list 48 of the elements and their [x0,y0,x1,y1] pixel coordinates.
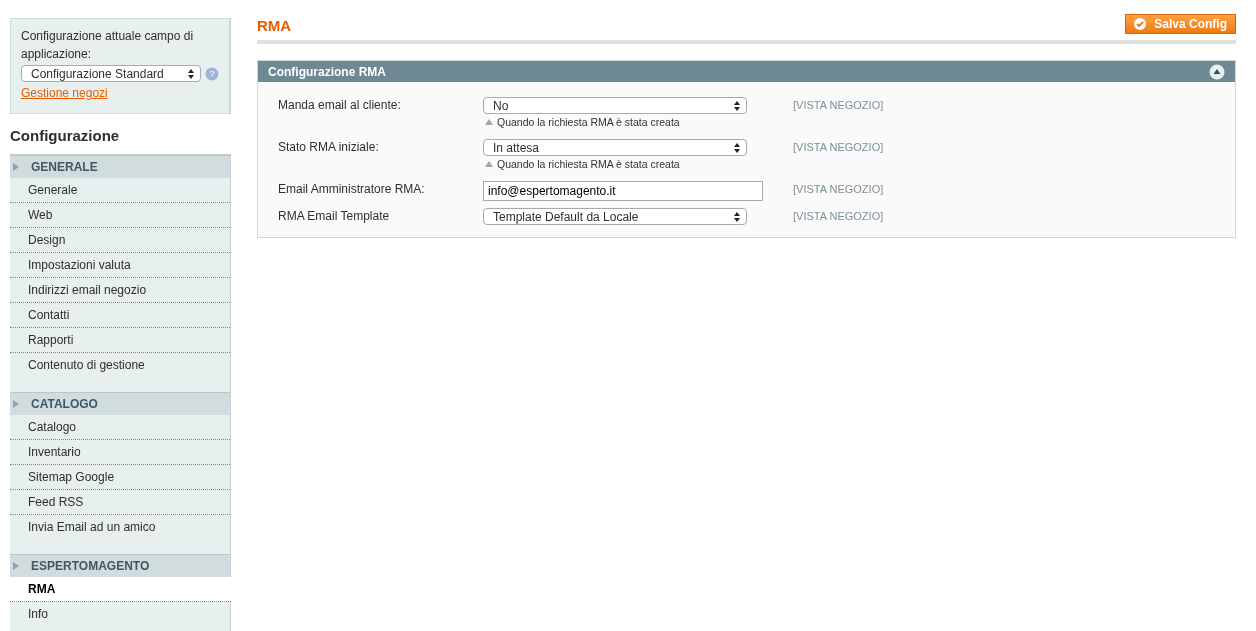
dropdown-arrows-icon [188,68,195,79]
triangle-icon [13,163,19,171]
scope-label: Configurazione attuale campo di applicazione: [21,28,195,63]
sidebar-item[interactable]: Inventario [10,440,230,465]
text-field[interactable]: info@espertomagento.it [483,181,763,201]
select-field[interactable]: In attesa [483,139,747,156]
note-icon [485,161,493,167]
select-field[interactable]: No [483,97,747,114]
sidebar-item[interactable]: Indirizzi email negozio [10,278,230,303]
dropdown-arrows-icon [734,211,740,222]
scope-tag: [VISTA NEGOZIO] [793,97,884,114]
sidebar-item[interactable]: Generale [10,178,230,203]
sidebar-item[interactable]: Sitemap Google [10,465,230,490]
dropdown-arrows-icon [734,142,740,153]
section-header[interactable]: Configurazione RMA [258,61,1235,82]
field-label: RMA Email Template [278,208,391,225]
sidebar-item[interactable]: Feed RSS [10,490,230,515]
scope-tag: [VISTA NEGOZIO] [793,208,884,225]
sidebar-group-header[interactable]: CATALOGO [10,392,230,415]
sidebar-group-header[interactable]: GENERALE [10,155,230,178]
collapse-icon[interactable] [1209,63,1225,80]
field-note: Quando la richiesta RMA è stata creata [497,158,680,170]
field-note: Quando la richiesta RMA è stata creata [497,116,680,128]
page-title: RMA [257,17,292,34]
sidebar-item[interactable]: Contenuto di gestione [10,353,230,377]
field-label: Email Amministratore RMA: [278,181,426,198]
sidebar-item[interactable]: RMA [10,577,231,602]
sidebar-item[interactable]: Rapporti [10,328,230,353]
triangle-icon [13,400,19,408]
sidebar-item[interactable]: Web [10,203,230,228]
scope-tag: [VISTA NEGOZIO] [793,139,884,156]
sidebar-group-header[interactable]: ESPERTOMAGENTO [10,554,230,577]
sidebar-item[interactable]: Catalogo [10,415,230,440]
sidebar-item[interactable]: Impostazioni valuta [10,253,230,278]
note-icon [485,119,493,125]
select-field[interactable]: Template Default da Locale [483,208,747,225]
scope-tag: [VISTA NEGOZIO] [793,181,884,198]
field-label: Manda email al cliente: [278,97,402,114]
field-label: Stato RMA iniziale: [278,139,380,156]
sidebar-item[interactable]: Info [10,602,230,626]
sidebar-item[interactable]: Design [10,228,230,253]
sidebar-item[interactable]: Invia Email ad un amico [10,515,230,539]
sidebar-title: Configurazione [10,114,231,155]
scope-select[interactable]: Configurazione Standard [21,65,202,82]
sidebar-item[interactable]: Contatti [10,303,230,328]
triangle-icon [13,562,19,570]
dropdown-arrows-icon [734,100,740,111]
checkmark-icon [1134,18,1147,30]
